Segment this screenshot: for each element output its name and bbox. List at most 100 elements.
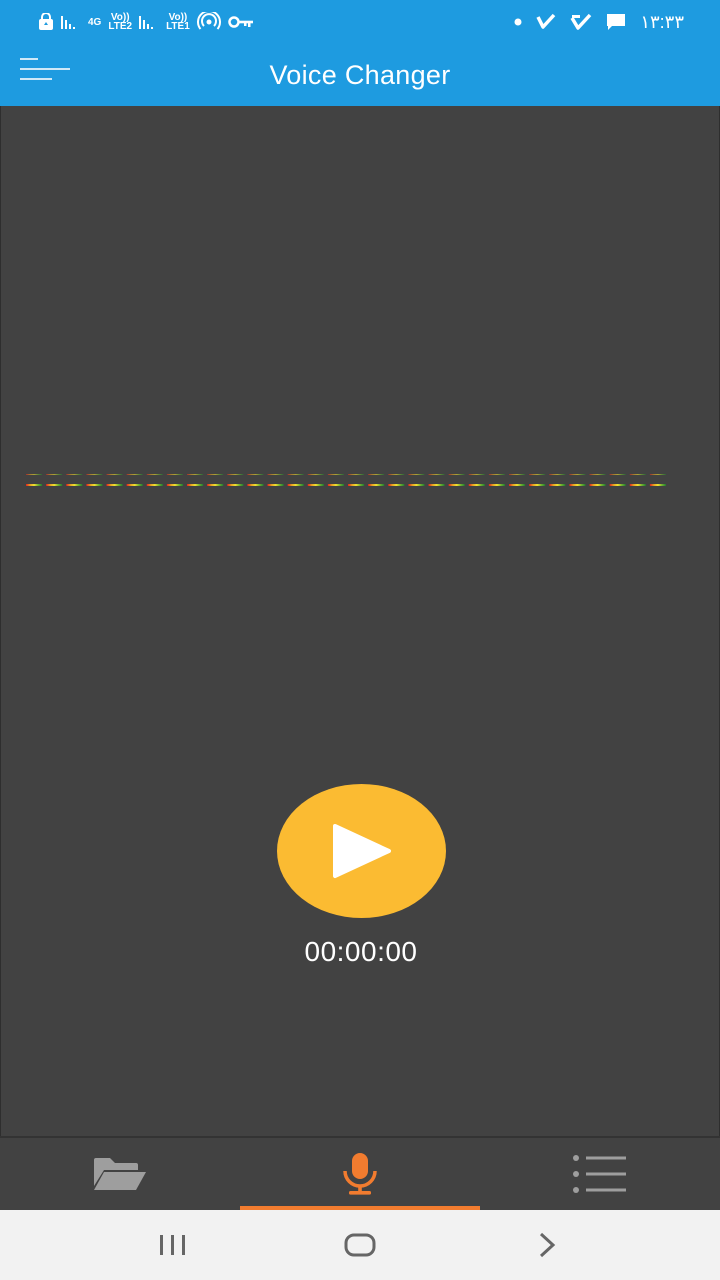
app-bar: Voice Changer <box>0 44 720 106</box>
home-button[interactable] <box>330 1220 390 1270</box>
meter-segment <box>448 484 465 486</box>
meter-segment <box>106 474 123 475</box>
home-icon <box>344 1233 376 1257</box>
message-icon <box>606 13 626 31</box>
back-button[interactable] <box>517 1220 577 1270</box>
meter-segment <box>307 484 324 486</box>
meter-segment <box>106 484 123 486</box>
meter-segment <box>368 474 385 475</box>
meter-segment <box>26 474 43 475</box>
microphone-icon <box>343 1153 377 1195</box>
audio-level-meter <box>26 474 666 486</box>
meter-segment <box>327 474 344 475</box>
meter-segment <box>207 484 224 486</box>
meter-segment <box>126 474 143 475</box>
meter-segment <box>529 484 546 486</box>
meter-segment <box>649 474 666 475</box>
meter-segment <box>609 474 626 475</box>
meter-segment <box>408 484 425 486</box>
meter-segment <box>146 484 163 486</box>
meter-segment <box>66 484 83 486</box>
volte-sim1-label: Vo)) LTE1 <box>166 13 190 32</box>
meter-segment <box>468 484 485 486</box>
main-area: 00:00:00 <box>0 106 720 1136</box>
meter-segment <box>46 484 63 486</box>
meter-segment <box>66 474 83 475</box>
meter-segment <box>287 484 304 486</box>
tab-folder[interactable] <box>0 1138 240 1210</box>
meter-segment <box>247 474 264 475</box>
meter-segment <box>227 484 244 486</box>
meter-segment <box>146 474 163 475</box>
meter-segment <box>468 474 485 475</box>
lte-sim2-text: LTE2 <box>108 21 133 32</box>
tab-record[interactable] <box>240 1138 480 1210</box>
meter-segment <box>629 474 646 475</box>
meter-segment <box>86 474 103 475</box>
meter-segment <box>549 474 566 475</box>
status-icons-right: ۱۳:۳۳ <box>514 12 684 33</box>
signal-sim2-icon <box>61 14 81 30</box>
meter-segment <box>428 474 445 475</box>
meter-segment <box>589 474 606 475</box>
meter-segment <box>267 474 284 475</box>
meter-segment <box>187 484 204 486</box>
meter-segment <box>529 474 546 475</box>
meter-segment <box>428 484 445 486</box>
meter-segment <box>509 484 526 486</box>
lte-sim1-text: LTE1 <box>166 21 190 32</box>
check-app-icon <box>536 13 556 31</box>
meter-segment <box>26 484 43 486</box>
network-type-label: 4G <box>88 16 102 28</box>
meter-segment <box>388 474 405 475</box>
recent-apps-icon <box>160 1235 186 1255</box>
menu-button[interactable] <box>18 56 72 86</box>
play-button[interactable] <box>277 784 446 918</box>
edit-app-icon <box>570 13 592 31</box>
meter-segment <box>348 484 365 486</box>
meter-segment <box>509 474 526 475</box>
notification-dot-icon <box>514 18 522 26</box>
notification-lock-icon <box>38 13 54 31</box>
meter-segment <box>609 484 626 486</box>
meter-segment <box>267 484 284 486</box>
recent-apps-button[interactable] <box>143 1220 203 1270</box>
system-nav-bar <box>0 1210 720 1280</box>
meter-segment <box>166 474 183 475</box>
vpn-key-icon <box>228 15 254 29</box>
playback-timer: 00:00:00 <box>304 936 418 967</box>
signal-sim1-icon <box>139 14 159 30</box>
hotspot-icon <box>196 12 221 32</box>
status-bar: 4G Vo)) LTE2 Vo)) LTE1 ۱۳:۳۳ <box>0 0 720 44</box>
meter-segment <box>46 474 63 475</box>
meter-segment <box>287 474 304 475</box>
meter-segment <box>247 484 264 486</box>
meter-segment <box>388 484 405 486</box>
meter-segment <box>307 474 324 475</box>
meter-segment <box>408 474 425 475</box>
meter-segment <box>227 474 244 475</box>
meter-segment <box>569 474 586 475</box>
network-type-text: 4G <box>88 16 102 28</box>
meter-segment <box>166 484 183 486</box>
play-icon <box>332 824 391 878</box>
meter-segment <box>569 484 586 486</box>
meter-segment <box>187 474 204 475</box>
meter-segment <box>207 474 224 475</box>
status-time: ۱۳:۳۳ <box>640 11 684 32</box>
meter-segment <box>327 484 344 486</box>
meter-segment <box>368 484 385 486</box>
meter-segment <box>488 484 505 486</box>
tab-list[interactable] <box>480 1138 720 1210</box>
app-title: Voice Changer <box>269 59 451 90</box>
list-icon <box>573 1155 626 1193</box>
meter-segment <box>649 484 666 486</box>
status-icons-left: 4G Vo)) LTE2 Vo)) LTE1 <box>38 12 254 32</box>
meter-segment <box>589 484 606 486</box>
meter-segment <box>488 474 505 475</box>
meter-segment <box>549 484 566 486</box>
meter-segment <box>348 474 365 475</box>
volte-sim2-label: Vo)) LTE2 <box>108 13 133 32</box>
meter-segment <box>448 474 465 475</box>
back-icon <box>539 1232 555 1258</box>
